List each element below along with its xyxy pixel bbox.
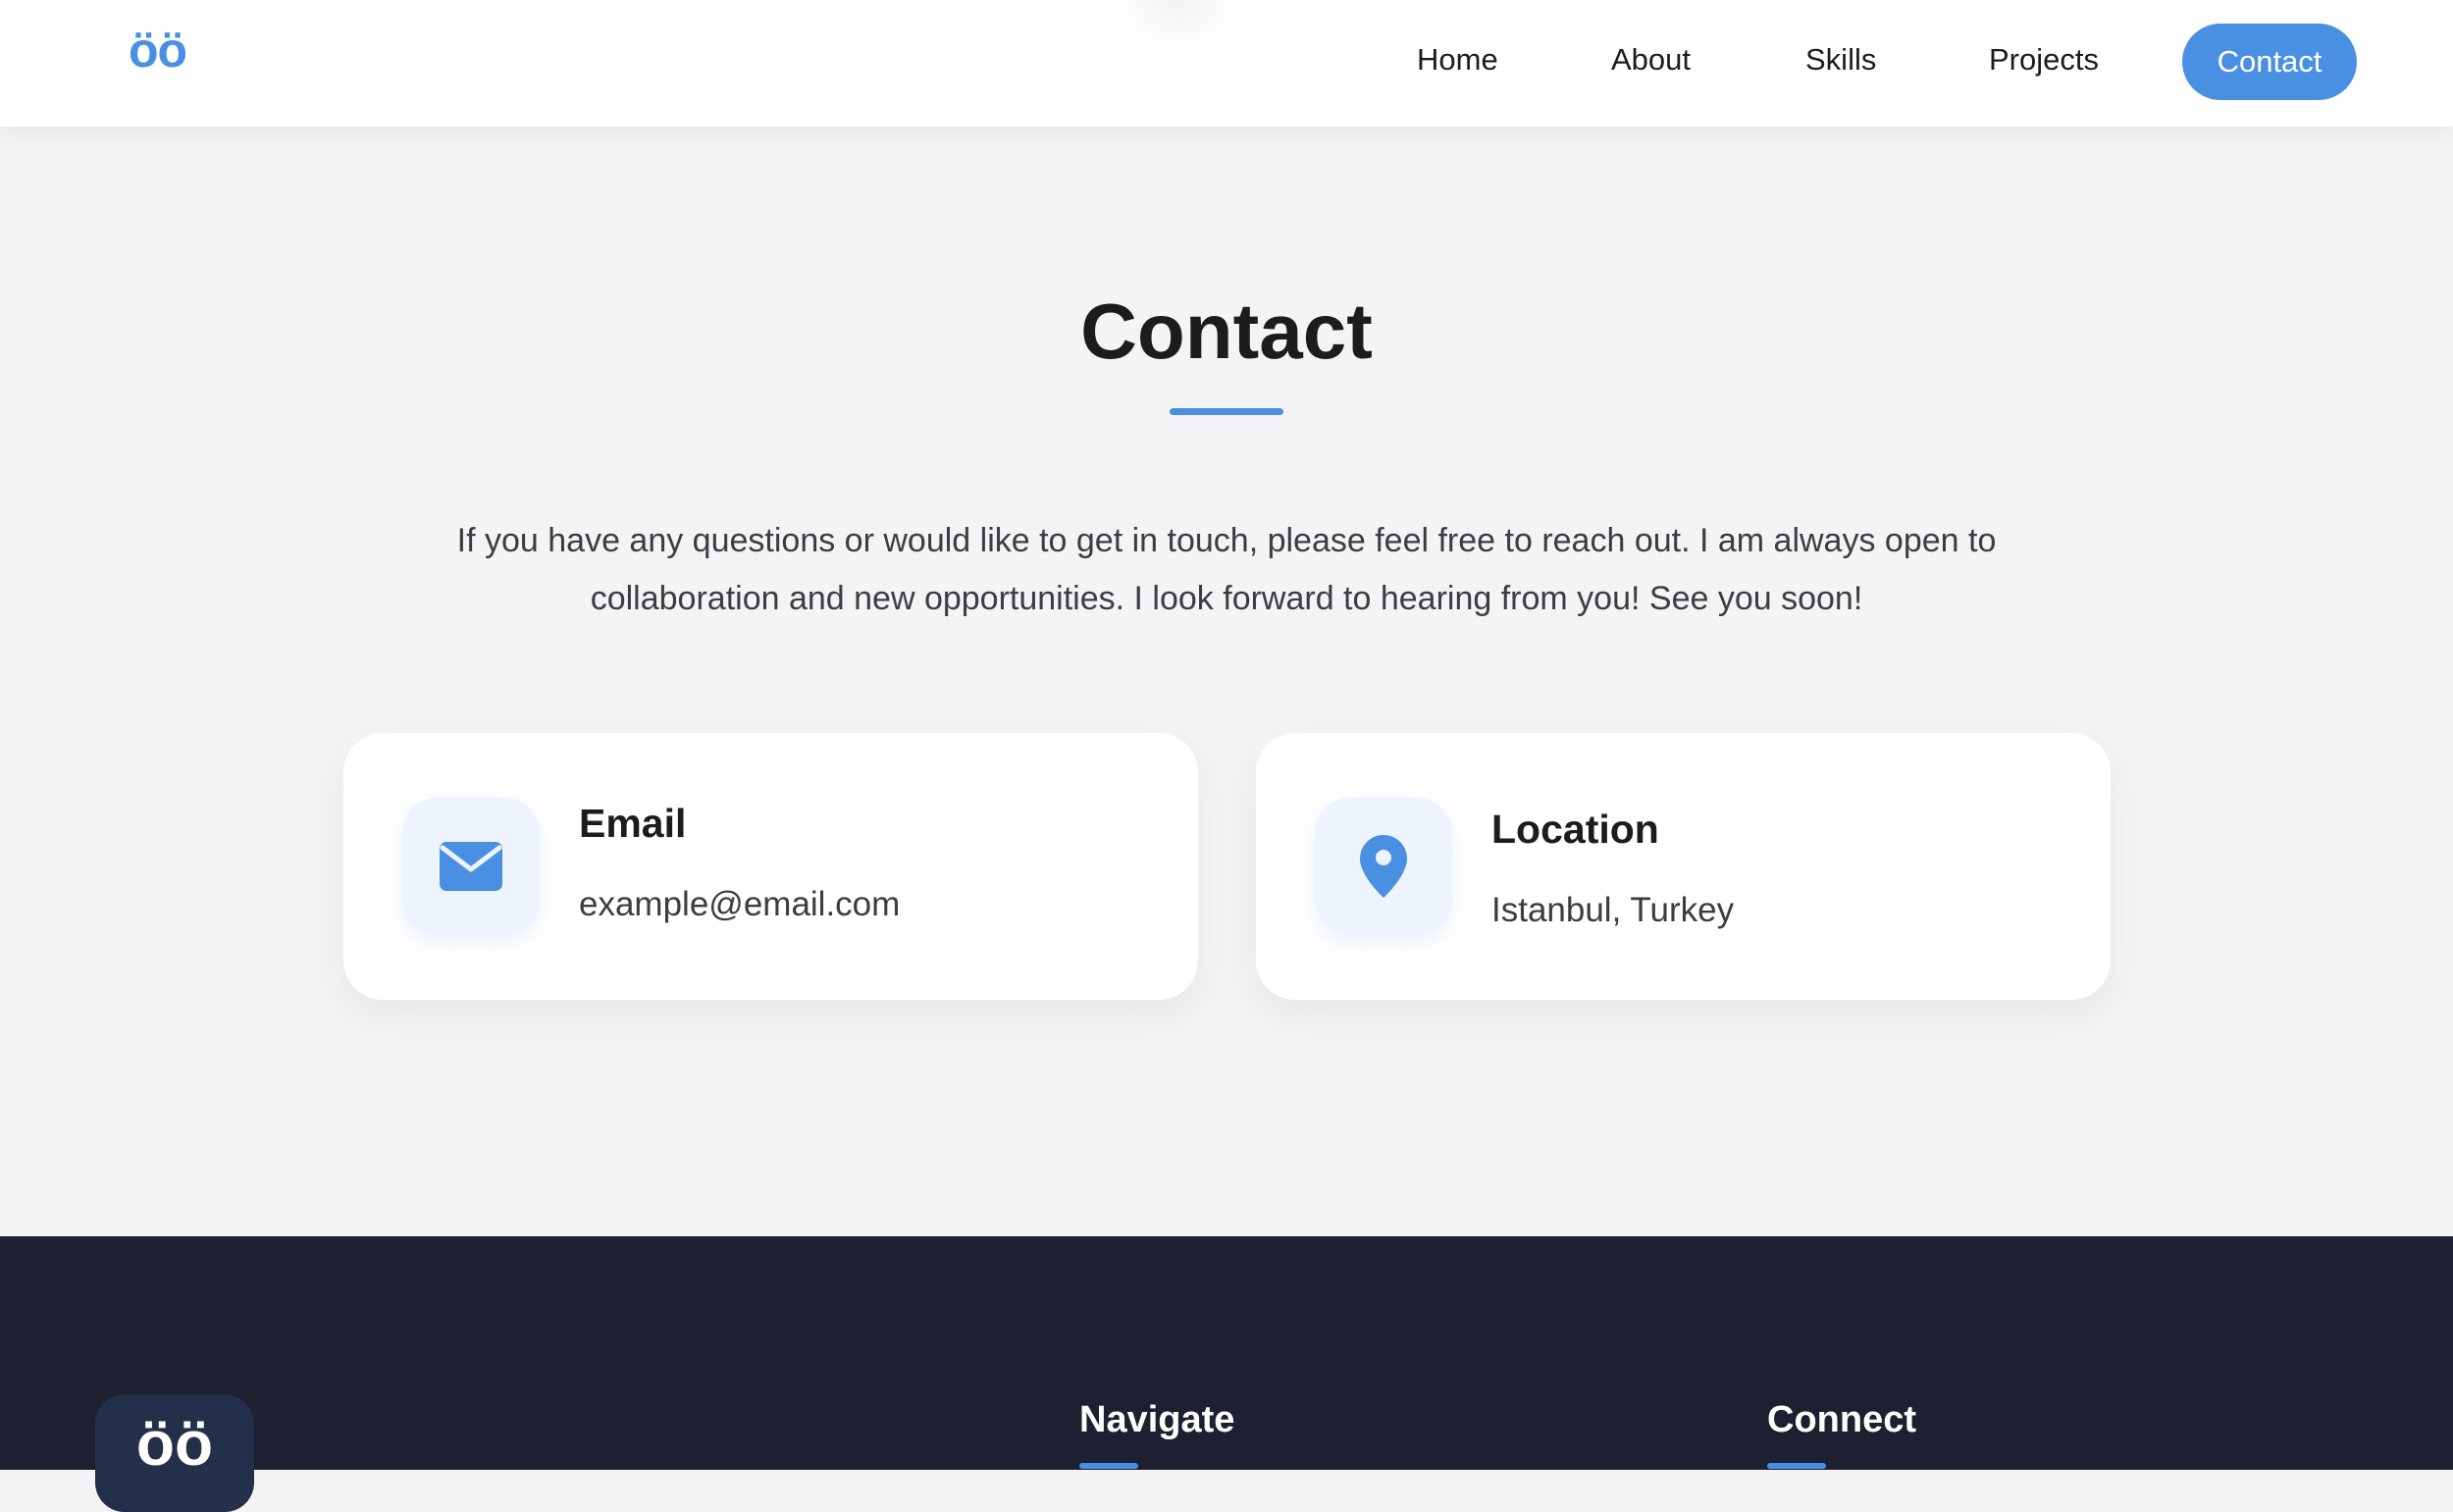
email-address[interactable]: example@email.com	[579, 887, 900, 921]
nav-link-projects[interactable]: Projects	[1989, 44, 2099, 75]
section-title: Contact	[1080, 287, 1373, 375]
header-decoration	[1107, 0, 1249, 55]
footer-connect-heading: Connect	[1767, 1399, 1916, 1440]
footer-connect-underline	[1767, 1463, 1826, 1469]
footer-logo-badge[interactable]: öö	[95, 1394, 254, 1512]
nav-link-home[interactable]: Home	[1417, 44, 1498, 75]
footer-navigate-underline	[1079, 1463, 1138, 1469]
site-logo[interactable]: öö	[129, 26, 187, 75]
email-heading: Email	[579, 801, 687, 846]
location-card[interactable]: Location Istanbul, Turkey	[1256, 733, 2111, 1000]
email-card[interactable]: Email example@email.com	[343, 733, 1198, 1000]
envelope-icon	[402, 798, 540, 935]
nav-link-skills[interactable]: Skills	[1805, 44, 1876, 75]
footer-logo: öö	[135, 1408, 214, 1479]
nav-link-about[interactable]: About	[1611, 44, 1691, 75]
map-pin-icon	[1315, 798, 1452, 935]
title-underline	[1170, 408, 1283, 415]
footer-navigate-heading: Navigate	[1079, 1399, 1235, 1440]
contact-intro-text: If you have any questions or would like …	[456, 522, 1997, 617]
location-heading: Location	[1491, 807, 1659, 852]
site-footer: öö Navigate Connect	[0, 1236, 2453, 1512]
top-navbar: öö Home About Skills Projects Contact	[0, 0, 2453, 127]
location-value: Istanbul, Turkey	[1491, 891, 1735, 929]
nav-contact-button[interactable]: Contact	[2182, 24, 2357, 100]
